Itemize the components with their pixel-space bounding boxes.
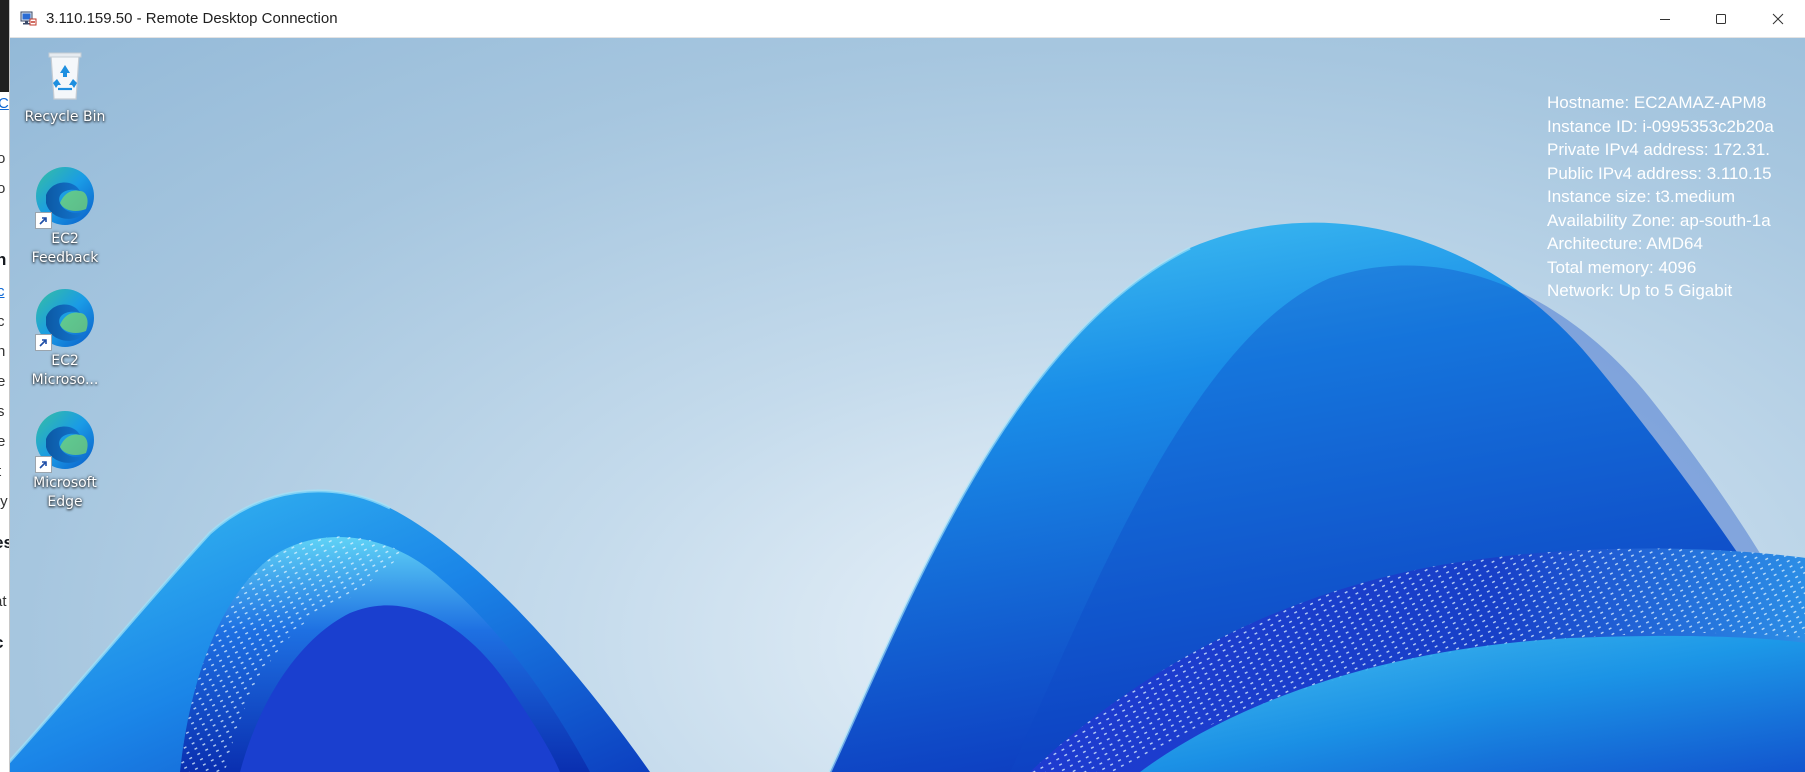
- remote-desktop[interactable]: Recycle Bin EC2 Feedback EC2 Microso... …: [10, 38, 1805, 772]
- edge-icon: [34, 409, 96, 473]
- shortcut-arrow-icon: [35, 456, 52, 473]
- maximize-button[interactable]: [1693, 0, 1748, 38]
- minimize-icon: [1659, 19, 1670, 20]
- background-app-header: [0, 0, 9, 92]
- recycle-bin-icon: [48, 52, 82, 100]
- background-fragment: c: [0, 313, 5, 330]
- background-fragment: c: [0, 633, 3, 653]
- desktop-icon-ec2-microsoft[interactable]: EC2 Microso...: [19, 287, 111, 390]
- background-fragment[interactable]: c: [0, 283, 5, 300]
- bginfo-total-memory: Total memory: 4096: [1547, 257, 1697, 277]
- close-icon: [1772, 13, 1783, 25]
- remote-desktop-icon: [20, 11, 37, 26]
- desktop-icon-label: EC2 Feedback: [31, 231, 99, 266]
- shortcut-arrow-icon: [35, 334, 52, 351]
- bginfo-public-ip: Public IPv4 address: 3.110.15: [1547, 163, 1772, 183]
- bginfo-instance-size: Instance size: t3.medium: [1547, 187, 1736, 206]
- maximize-icon: [1715, 14, 1726, 24]
- desktop-icon-label: EC2 Microso...: [31, 353, 99, 388]
- bginfo-architecture: Architecture: AMD64: [1547, 234, 1703, 253]
- background-fragment: e: [0, 373, 6, 390]
- bginfo-instance-id: Instance ID: i-0995353c2b20a: [1547, 116, 1774, 136]
- desktop-icon-microsoft-edge[interactable]: Microsoft Edge: [19, 409, 111, 512]
- background-fragment: t: [0, 463, 1, 480]
- background-fragment: s: [0, 403, 5, 420]
- bginfo-private-ip: Private IPv4 address: 172.31.: [1547, 140, 1771, 159]
- edge-icon: [34, 287, 96, 351]
- background-fragment: e: [0, 433, 6, 450]
- background-fragment: at: [0, 593, 7, 610]
- bginfo-availability-zone: Availability Zone: ap-south-1a: [1547, 210, 1771, 230]
- window-title: 3.110.159.50 - Remote Desktop Connection: [46, 10, 338, 27]
- background-fragment: n: [0, 343, 6, 360]
- background-fragment: o: [0, 180, 6, 197]
- desktop-icon-recycle-bin[interactable]: Recycle Bin: [19, 43, 111, 127]
- wallpaper: [10, 222, 1805, 772]
- remote-desktop-window: 3.110.159.50 - Remote Desktop Connection: [9, 0, 1805, 772]
- bginfo-hostname: Hostname: EC2AMAZ-APM8: [1547, 93, 1767, 112]
- background-fragment: o: [0, 150, 6, 167]
- desktop-icon-label: Microsoft Edge: [33, 475, 97, 510]
- desktop-icon-ec2-feedback[interactable]: EC2 Feedback: [19, 165, 111, 268]
- bginfo-network: Network: Up to 5 Gigabit: [1547, 281, 1733, 300]
- shortcut-arrow-icon: [35, 212, 52, 229]
- window-titlebar[interactable]: 3.110.159.50 - Remote Desktop Connection: [10, 0, 1805, 38]
- bginfo-panel: Hostname: EC2AMAZ-APM8 Instance ID: i-09…: [1547, 91, 1805, 303]
- background-fragment: es: [0, 533, 9, 552]
- close-button[interactable]: [1750, 0, 1805, 38]
- edge-icon: [34, 165, 96, 229]
- minimize-button[interactable]: [1637, 0, 1692, 38]
- background-fragment[interactable]: C: [0, 95, 9, 112]
- background-fragment: n: [0, 250, 7, 269]
- desktop-icon-label: Recycle Bin: [24, 109, 106, 125]
- background-fragment: ty: [0, 493, 8, 510]
- background-app-edge: C o o n c c n e s e t ty es at c: [0, 0, 9, 772]
